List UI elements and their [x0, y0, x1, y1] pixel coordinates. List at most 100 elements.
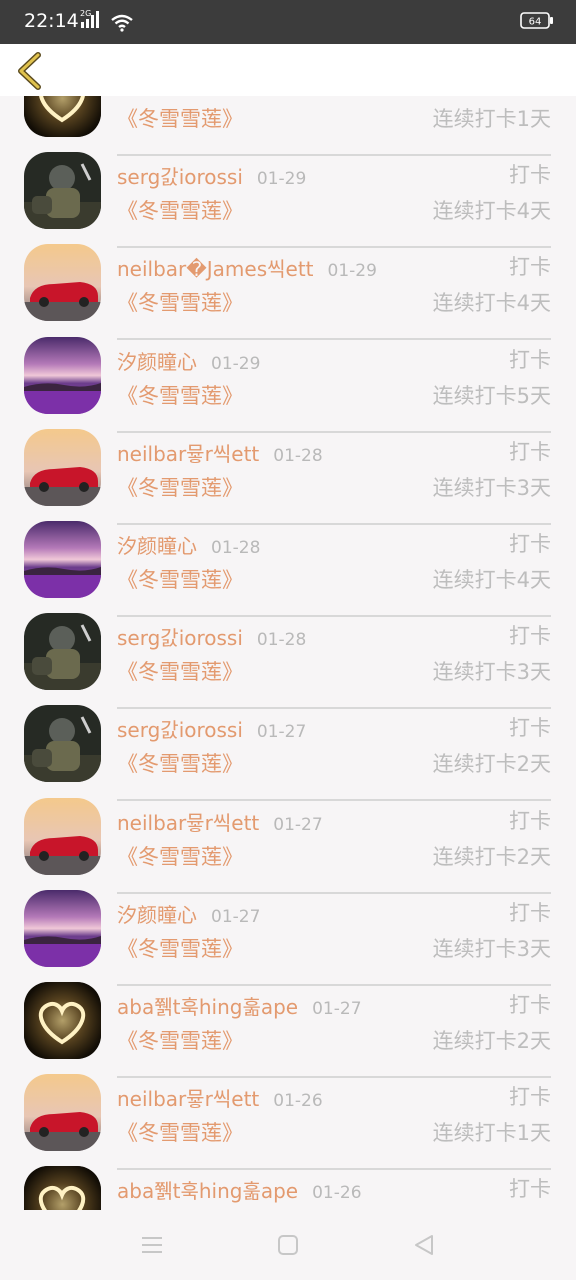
- book-title: 《冬雪雪莲》: [117, 752, 243, 777]
- book-title: 《冬雪雪莲》: [117, 660, 243, 685]
- list-item[interactable]: serg갌iorossi 01-28 打卡《冬雪雪莲》 连续打卡3天: [0, 597, 576, 710]
- user-name: aba쮉t훅hing훎ape 01-26: [117, 1175, 362, 1204]
- checkin-list[interactable]: 《冬雪雪莲》 连续打卡1天 serg갌iorossi 01-29 打卡 《冬雪雪莲》 连续打…: [0, 96, 576, 1210]
- checkin-date: 01-27: [256, 722, 307, 743]
- nav-back-button[interactable]: [411, 1232, 437, 1258]
- user-name: aba쮉t훅hing훎ape 01-27: [117, 991, 362, 1020]
- home-button[interactable]: [275, 1232, 301, 1258]
- menu-button[interactable]: [139, 1232, 165, 1258]
- checkin-action: 打卡: [509, 716, 551, 741]
- user-name-text: 汐颜瞳心: [117, 349, 197, 374]
- book-title: 《冬雪雪莲》: [117, 291, 243, 316]
- list-item[interactable]: aba쮉t훅hing훎ape 01-27 打卡《冬雪雪莲》 连续打卡2天: [0, 966, 576, 1078]
- user-avatar[interactable]: [24, 705, 101, 783]
- checkin-date: 01-28: [211, 537, 261, 558]
- user-name: neilbar뮿r씩ett 01-28: [117, 438, 323, 467]
- user-name: serg갌iorossi 01-28: [117, 622, 306, 651]
- user-avatar[interactable]: [24, 244, 101, 322]
- user-name-text: neilbar뮿r씩ett: [117, 1087, 260, 1112]
- checkin-date: 01-27: [273, 814, 323, 835]
- user-name: neilbar뮿r씩ett 01-26: [117, 1083, 323, 1112]
- signal-icon: 2G: [80, 8, 106, 34]
- list-item[interactable]: aba쮉t훅hing훎ape01-26打卡《冬雪雪莲》连续打卡1天: [0, 1150, 576, 1210]
- checkin-action: 打卡: [509, 347, 551, 372]
- checkin-action: 打卡: [509, 808, 551, 833]
- checkin-streak: 连续打卡1天: [432, 1121, 551, 1146]
- user-avatar[interactable]: [24, 336, 101, 414]
- checkin-action: 打卡: [509, 624, 551, 649]
- chevron-left-icon: [18, 52, 41, 90]
- list-item[interactable]: serg갌iorossi 01-27 打卡《冬雪雪莲》 连续打卡2天: [0, 689, 576, 802]
- checkin-streak: 连续打卡2天: [432, 752, 551, 777]
- list-item[interactable]: 《冬雪雪莲》 连续打卡1天: [0, 96, 576, 156]
- list-item[interactable]: 汐颜瞳心 01-27 打卡 《冬雪雪莲》 连续打卡3天: [0, 874, 576, 986]
- battery-icon: 64: [520, 12, 554, 34]
- checkin-date: 01-28: [273, 445, 323, 466]
- top-bar: [0, 44, 576, 96]
- user-name-text: aba쮉t훅hing훎ape: [117, 1179, 299, 1204]
- book-title: 《冬雪雪莲》: [117, 1121, 243, 1146]
- user-avatar[interactable]: [24, 428, 101, 506]
- book-title: 《冬雪雪莲》: [117, 475, 243, 500]
- status-time: 22:14: [24, 10, 79, 32]
- list-item[interactable]: 汐颜瞳心 01-28 打卡《冬雪雪莲》 连续打卡4天: [0, 505, 576, 617]
- user-name-text: 汐颜瞳心: [117, 533, 197, 558]
- user-name-text: aba쮉t훅hing훎ape: [117, 994, 299, 1019]
- list-item[interactable]: serg갌iorossi 01-29 打卡 《冬雪雪莲》 连续打卡4天: [0, 136, 576, 249]
- checkin-action: 打卡: [509, 1177, 551, 1202]
- network-label: 2G: [80, 9, 91, 18]
- user-avatar[interactable]: [24, 1166, 101, 1210]
- checkin-streak: 连续打卡3天: [432, 475, 551, 500]
- user-name-text: neilbar�James씩ett: [117, 257, 314, 282]
- list-item[interactable]: neilbar뮿r씩ett 01-28 打卡《冬雪雪莲》 连续打卡3天: [0, 413, 576, 525]
- list-item[interactable]: 汐颜瞳心 01-29 打卡《冬雪雪莲》 连续打卡5天: [0, 321, 576, 433]
- checkin-action: 打卡: [509, 531, 551, 556]
- user-name-text: neilbar뮿r씩ett: [117, 441, 260, 466]
- list-item[interactable]: neilbar뮿r씩ett 01-26 打卡 《冬雪雪莲》 连续打卡1天: [0, 1058, 576, 1171]
- checkin-streak: 连续打卡1天: [432, 107, 551, 131]
- user-avatar[interactable]: [24, 152, 101, 230]
- checkin-streak: 连续打卡4天: [432, 291, 551, 316]
- checkin-date: 01-26: [312, 1183, 362, 1204]
- checkin-streak: 连续打卡4天: [432, 199, 551, 224]
- checkin-date: 01-27: [312, 998, 362, 1019]
- user-name: 汐颜瞳心 01-28: [117, 530, 260, 559]
- battery-level: 64: [529, 17, 542, 28]
- user-name-text: serg갌iorossi: [117, 718, 243, 743]
- book-title: 《冬雪雪莲》: [117, 1028, 243, 1053]
- checkin-action: 打卡: [509, 163, 551, 188]
- user-name: 汐颜瞳心 01-29: [117, 346, 260, 375]
- book-title: 《冬雪雪莲》: [117, 107, 243, 131]
- checkin-streak: 连续打卡4天: [432, 567, 551, 592]
- user-name: 汐颜瞳心 01-27: [117, 899, 260, 928]
- user-avatar[interactable]: [24, 981, 101, 1059]
- user-name-text: serg갌iorossi: [117, 626, 243, 651]
- list-item[interactable]: neilbar�James씩ett 01-29 打卡 《冬雪雪莲》 连续打卡4天: [0, 228, 576, 341]
- user-avatar[interactable]: [24, 1074, 101, 1152]
- checkin-date: 01-26: [273, 1091, 323, 1112]
- user-avatar[interactable]: [24, 797, 101, 875]
- user-name: serg갌iorossi 01-27: [117, 714, 306, 743]
- checkin-streak: 连续打卡3天: [432, 936, 551, 961]
- checkin-date: 01-29: [211, 353, 261, 374]
- checkin-streak: 连续打卡3天: [432, 660, 551, 685]
- checkin-streak: 连续打卡2天: [432, 844, 551, 869]
- back-triangle-icon: [415, 1235, 433, 1255]
- checkin-streak: 连续打卡5天: [432, 383, 551, 408]
- book-title: 《冬雪雪莲》: [117, 199, 243, 224]
- user-avatar[interactable]: [24, 520, 101, 598]
- checkin-action: 打卡: [509, 439, 551, 464]
- user-avatar[interactable]: [24, 613, 101, 691]
- user-name-text: 汐颜瞳心: [117, 902, 197, 927]
- book-title: 《冬雪雪莲》: [117, 567, 243, 592]
- list-item[interactable]: neilbar뮿r씩ett 01-27 打卡《冬雪雪莲》 连续打卡2天: [0, 782, 576, 894]
- checkin-streak: 连续打卡2天: [432, 1028, 551, 1053]
- user-avatar[interactable]: [24, 889, 101, 967]
- book-title: 《冬雪雪莲》: [117, 383, 243, 408]
- user-name: neilbar뮿r씩ett 01-27: [117, 807, 323, 836]
- back-button[interactable]: [12, 50, 52, 92]
- checkin-date: 01-28: [256, 630, 307, 651]
- checkin-action: 打卡: [509, 992, 551, 1017]
- book-title: 《冬雪雪莲》: [117, 844, 243, 869]
- user-avatar[interactable]: [24, 96, 101, 137]
